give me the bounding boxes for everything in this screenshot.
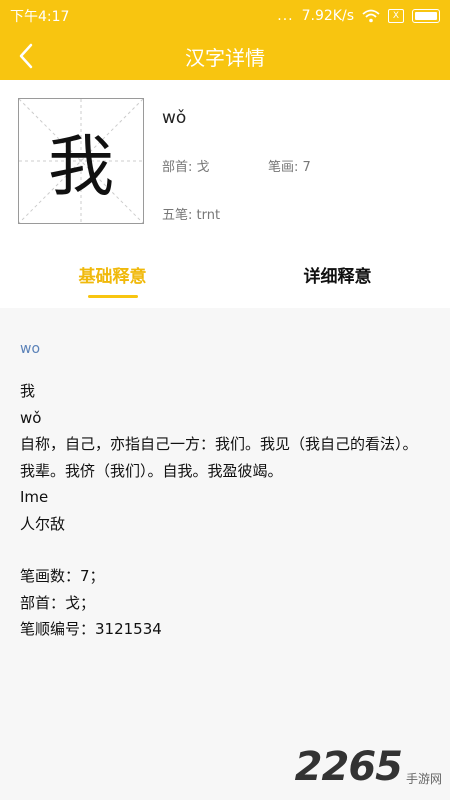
radical-info: 部首: 戈 <box>162 160 210 175</box>
meaning-content: wo 我 wǒ 自称，自己，亦指自己一方：我们。我见（我自己的看法）。我辈。我侪… <box>0 308 450 800</box>
battery-icon <box>412 9 440 23</box>
character-glyph: 我 <box>48 128 114 205</box>
strokes-info: 笔画: 7 <box>268 160 311 175</box>
character-card: 我 wǒ 部首: 戈 笔画: 7 五笔: trnt <box>0 80 450 240</box>
definition-text: 我 wǒ 自称，自己，亦指自己一方：我们。我见（我自己的看法）。我辈。我侪（我们… <box>20 378 430 643</box>
wifi-icon <box>362 9 380 23</box>
status-right: ... 7.92K/s X <box>277 8 440 24</box>
watermark-logo: 2265 手游网 <box>295 744 442 790</box>
status-bar: 下午4:17 ... 7.92K/s X <box>0 0 450 32</box>
wubi-info: 五笔: trnt <box>162 208 221 223</box>
page-title: 汉字详情 <box>185 45 265 70</box>
watermark-number: 2265 <box>294 744 403 790</box>
status-dots: ... <box>277 8 294 24</box>
status-time: 下午4:17 <box>10 9 70 25</box>
character-grid-box: 我 <box>18 98 144 224</box>
word-label: wo <box>20 341 41 357</box>
def-english: Ime <box>20 488 49 506</box>
def-definition: 自称，自己，亦指自己一方：我们。我见（我自己的看法）。我辈。我侪（我们）。自我。… <box>20 435 418 480</box>
tab-bar: 基础释意 详细释意 <box>0 240 450 308</box>
app-bar: 汉字详情 <box>0 32 450 80</box>
watermark-text: 手游网 <box>405 772 442 786</box>
back-button[interactable] <box>8 38 44 74</box>
def-char: 我 <box>20 382 36 400</box>
def-stroke-order: 笔顺编号：3121534 <box>20 620 162 638</box>
active-tab-indicator <box>88 295 138 298</box>
character-pinyin: wǒ <box>162 108 187 128</box>
chevron-left-icon <box>19 43 33 69</box>
net-speed: 7.92K/s <box>301 8 354 24</box>
tab-detailed-meaning[interactable]: 详细释意 <box>225 240 450 308</box>
def-radical: 部首：戈； <box>20 593 96 612</box>
def-antonym: 人尔敌 <box>20 514 66 533</box>
sim-icon: X <box>388 9 404 23</box>
def-stroke-count: 笔画数：7； <box>20 567 105 585</box>
def-pinyin: wǒ <box>20 408 42 427</box>
